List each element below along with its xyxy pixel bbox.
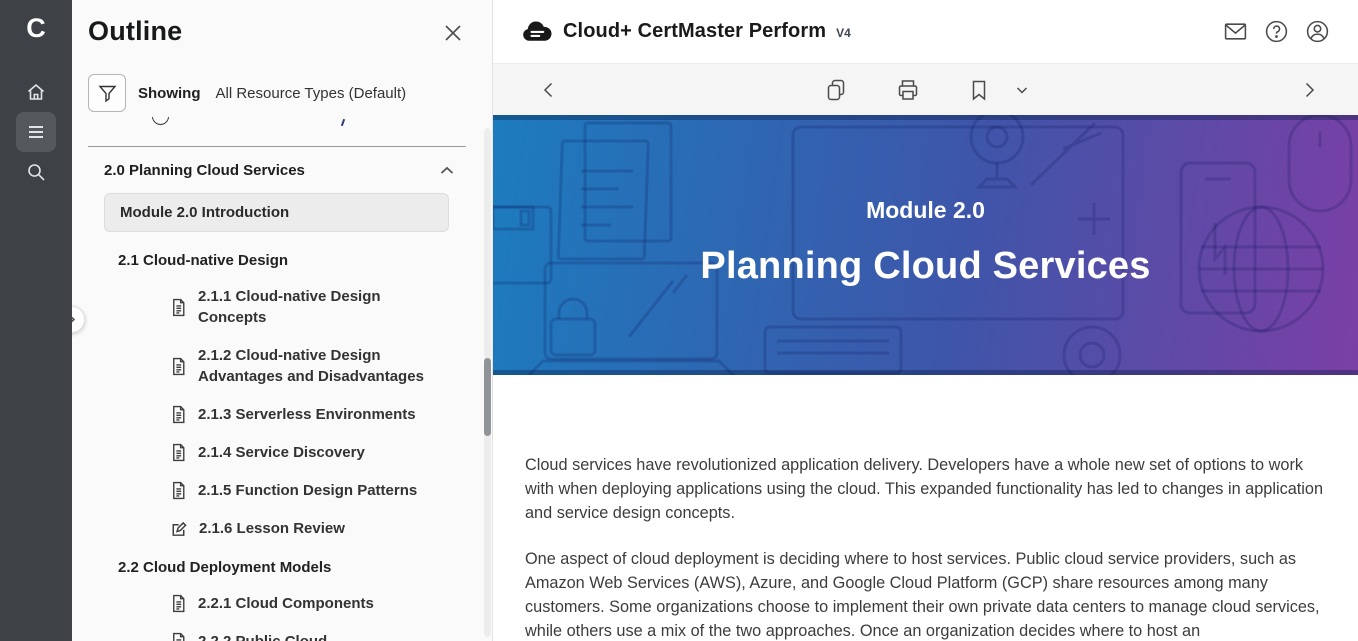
lesson-paragraph: One aspect of cloud deployment is decidi… bbox=[525, 547, 1328, 641]
outline-scrollbar-track[interactable] bbox=[484, 128, 491, 637]
clipped-icon bbox=[152, 117, 169, 125]
chevron-up-icon bbox=[440, 166, 454, 175]
outline-divider bbox=[88, 146, 466, 147]
product-title: Cloud+ CertMaster Perform bbox=[563, 20, 826, 43]
outline-item[interactable]: 2.1.2 Cloud-native Design Advantages and… bbox=[170, 345, 452, 387]
document-icon bbox=[170, 594, 187, 613]
bookmark-button[interactable] bbox=[967, 78, 991, 102]
module-title: Planning Cloud Services bbox=[700, 245, 1150, 288]
print-icon bbox=[895, 77, 921, 103]
outline-item[interactable]: 2.1.6 Lesson Review bbox=[170, 518, 452, 539]
outline-subsection[interactable]: 2.2 Cloud Deployment Models bbox=[118, 559, 476, 576]
copy-icon bbox=[823, 77, 849, 103]
document-icon bbox=[170, 443, 187, 462]
outline-item-label: 2.1.4 Service Discovery bbox=[198, 442, 365, 463]
outline-item[interactable]: 2.2.2 Public Cloud bbox=[170, 631, 452, 641]
outline-item-label: 2.1.3 Serverless Environments bbox=[198, 404, 416, 425]
outline-item[interactable]: 2.1.4 Service Discovery bbox=[170, 442, 452, 463]
outline-item-label: 2.2.1 Cloud Components bbox=[198, 593, 374, 614]
showing-label: Showing bbox=[138, 85, 201, 102]
module-number-label: Module 2.0 bbox=[866, 197, 985, 224]
left-rail: C bbox=[0, 0, 72, 641]
menu-icon bbox=[26, 122, 46, 142]
lesson-paragraph: Cloud services have revolutionized appli… bbox=[525, 453, 1328, 525]
search-button[interactable] bbox=[16, 152, 56, 192]
outline-item[interactable]: 2.1.3 Serverless Environments bbox=[170, 404, 452, 425]
mail-icon bbox=[1223, 19, 1248, 44]
forward-arrow-icon bbox=[1300, 81, 1318, 99]
outline-item-label: 2.1.5 Function Design Patterns bbox=[198, 480, 417, 501]
search-icon bbox=[25, 161, 47, 183]
outline-section-label: 2.0 Planning Cloud Services bbox=[104, 162, 305, 179]
module-hero-banner: Module 2.0 Planning Cloud Services bbox=[493, 115, 1358, 375]
outline-menu-button[interactable] bbox=[16, 112, 56, 152]
outline-item-label: 2.1.1 Cloud-native Design Concepts bbox=[198, 286, 436, 328]
clipped-list-item[interactable] bbox=[72, 117, 492, 132]
cloud-icon bbox=[521, 21, 553, 43]
outline-subsection[interactable]: 2.1 Cloud-native Design bbox=[118, 252, 476, 269]
filter-value: All Resource Types (Default) bbox=[216, 85, 407, 102]
resource-filter-row: Showing All Resource Types (Default) bbox=[88, 74, 476, 112]
chevron-down-icon bbox=[1015, 83, 1029, 97]
document-icon bbox=[170, 405, 187, 424]
filter-funnel-icon bbox=[98, 84, 117, 103]
back-arrow-icon bbox=[540, 81, 558, 99]
outline-item[interactable]: 2.1.5 Function Design Patterns bbox=[170, 480, 452, 501]
main-content: Cloud+ CertMaster Perform V4 bbox=[493, 0, 1358, 641]
outline-panel-title: Outline bbox=[88, 16, 182, 47]
outline-item-selected[interactable]: Module 2.0 Introduction bbox=[104, 193, 449, 232]
account-icon bbox=[1305, 19, 1330, 44]
close-icon bbox=[444, 24, 462, 42]
document-icon bbox=[170, 357, 187, 376]
copy-button[interactable] bbox=[823, 77, 849, 103]
outline-scrollbar-thumb[interactable] bbox=[484, 358, 491, 436]
outline-section[interactable]: 2.0 Planning Cloud Services bbox=[104, 162, 454, 179]
outline-tree: 2.0 Planning Cloud Services Module 2.0 In… bbox=[72, 162, 492, 641]
home-icon bbox=[25, 81, 47, 103]
outline-item-label: 2.2.2 Public Cloud bbox=[198, 631, 327, 641]
print-button[interactable] bbox=[895, 77, 921, 103]
messages-button[interactable] bbox=[1223, 19, 1248, 44]
document-icon bbox=[170, 298, 187, 317]
home-button[interactable] bbox=[16, 72, 56, 112]
comptia-logo: C bbox=[26, 12, 46, 44]
close-outline-button[interactable] bbox=[438, 18, 468, 48]
lesson-body: Cloud services have revolutionized appli… bbox=[493, 375, 1358, 641]
document-icon bbox=[170, 632, 187, 641]
app-header: Cloud+ CertMaster Perform V4 bbox=[493, 0, 1358, 64]
outline-item-label: 2.1.6 Lesson Review bbox=[199, 518, 345, 539]
outline-item[interactable]: 2.1.1 Cloud-native Design Concepts bbox=[170, 286, 452, 328]
pencil-icon bbox=[170, 520, 188, 538]
account-button[interactable] bbox=[1305, 19, 1330, 44]
help-button[interactable] bbox=[1264, 19, 1289, 44]
previous-page-button[interactable] bbox=[540, 81, 558, 99]
outline-item[interactable]: 2.2.1 Cloud Components bbox=[170, 593, 452, 614]
document-icon bbox=[170, 481, 187, 500]
help-icon bbox=[1264, 19, 1289, 44]
next-page-button[interactable] bbox=[1300, 81, 1318, 99]
bookmark-icon bbox=[967, 78, 991, 102]
reader-toolbar bbox=[493, 64, 1358, 115]
bookmark-menu-button[interactable] bbox=[1015, 83, 1029, 97]
filter-button[interactable] bbox=[88, 74, 126, 112]
outline-panel: Outline Showing All Resource Types (Defa… bbox=[72, 0, 493, 641]
product-version: V4 bbox=[836, 26, 851, 40]
outline-item-label: 2.1.2 Cloud-native Design Advantages and… bbox=[198, 345, 436, 387]
clipped-text-fragment bbox=[341, 119, 345, 126]
